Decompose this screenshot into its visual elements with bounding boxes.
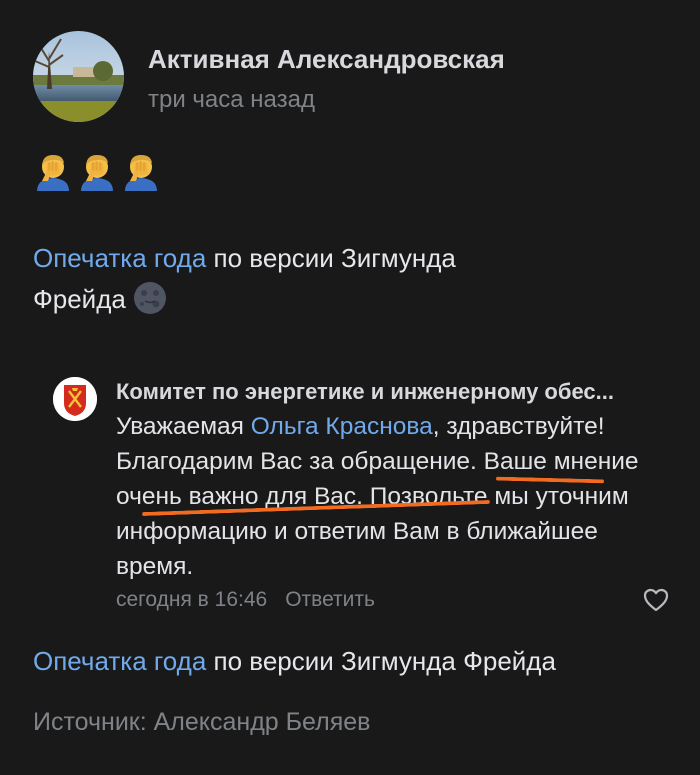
author-avatar[interactable]	[33, 31, 124, 122]
coat-of-arms-icon	[53, 377, 97, 421]
comment-mention-link[interactable]: Ольга Краснова	[251, 413, 433, 440]
comment-text-part1: Уважаемая	[116, 413, 251, 440]
post-text-line2: Фрейда	[33, 284, 126, 314]
source-attribution: Источник: Александр Беляев	[33, 708, 371, 736]
face-palm-icon	[37, 155, 69, 191]
comment-meta: сегодня в 16:46 Ответить	[116, 588, 375, 612]
avatar-photo	[33, 31, 124, 122]
reply-button[interactable]: Ответить	[285, 588, 375, 611]
post-timestamp[interactable]: три часа назад	[148, 86, 315, 114]
comment-date: сегодня в 16:46	[116, 588, 268, 611]
post-author-name[interactable]: Активная Александровская	[148, 44, 505, 75]
comment-body: Уважаемая Ольга Краснова, здравствуйте! …	[116, 409, 676, 584]
face-palm-icon	[125, 155, 157, 191]
comment-author-avatar[interactable]	[53, 377, 97, 421]
post-text-line1: по версии Зигмунда	[206, 243, 456, 273]
caption: Опечатка года по версии Зигмунда Фрейда	[33, 641, 556, 681]
post-text-link[interactable]: Опечатка года	[33, 243, 206, 273]
emoji-row	[33, 151, 161, 191]
caption-link[interactable]: Опечатка года	[33, 646, 206, 676]
new-moon-face-icon	[133, 282, 166, 314]
post-text: Опечатка года по версии Зигмунда Фрейда	[33, 238, 673, 320]
face-palm-icon	[81, 155, 113, 191]
heart-outline-icon[interactable]	[642, 587, 670, 613]
comment-author-name[interactable]: Комитет по энергетике и инженерному обес…	[116, 376, 676, 408]
caption-rest: по версии Зигмунда Фрейда	[206, 646, 556, 676]
